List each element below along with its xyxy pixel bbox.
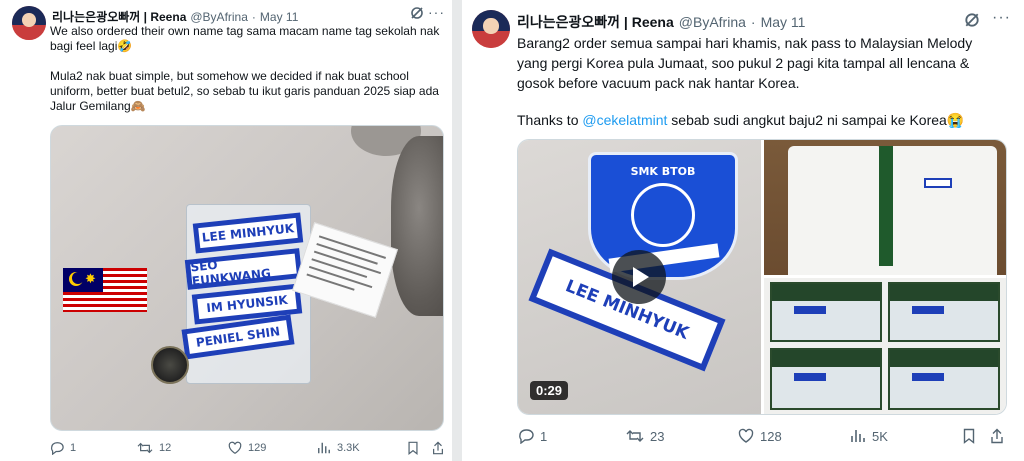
vacuum-pack xyxy=(888,282,1000,342)
like-icon xyxy=(738,428,754,443)
views-icon xyxy=(318,442,330,454)
tweet-paragraph: We also ordered their own name tag sama … xyxy=(50,24,440,53)
repost-button[interactable]: 23 xyxy=(626,428,664,444)
play-button[interactable] xyxy=(612,250,666,304)
reply-button[interactable]: 1 xyxy=(518,428,547,444)
play-icon xyxy=(633,267,649,287)
tweet-header: 리나는은광오빠꺼 | Reena @ByAfrina · May 11 xyxy=(52,8,298,25)
like-button[interactable]: 129 xyxy=(228,441,266,455)
tweet-video[interactable]: SMK BTOB LEE MINHYUK 0:29 xyxy=(518,140,761,414)
grok-icon[interactable] xyxy=(964,12,980,33)
vacuum-pack xyxy=(888,348,1000,410)
like-count: 128 xyxy=(760,428,782,444)
avatar[interactable] xyxy=(472,10,510,48)
timestamp[interactable]: May 11 xyxy=(761,14,806,30)
display-name[interactable]: 리나는은광오빠꺼 | Reena xyxy=(517,12,674,32)
handle[interactable]: @ByAfrina xyxy=(679,14,746,30)
repost-count: 23 xyxy=(650,428,665,444)
tweet-text: We also ordered their own name tag sama … xyxy=(50,24,440,114)
tweet-photo[interactable]: ✸ LEE MINHYUK SEO EUNKWANG IM HYUNSIK PE… xyxy=(50,125,444,431)
cat-fur xyxy=(391,136,443,316)
views-button[interactable]: 5K xyxy=(850,428,888,444)
more-icon[interactable]: ··· xyxy=(428,4,445,20)
tweet-paragraph: Mula2 nak buat simple, but somehow we de… xyxy=(50,69,439,113)
vacuum-pack xyxy=(770,348,882,410)
grok-icon[interactable] xyxy=(410,6,424,23)
school-shirt xyxy=(882,146,997,275)
more-icon[interactable]: ··· xyxy=(992,9,1011,27)
repost-button[interactable]: 12 xyxy=(137,441,171,455)
share-icon xyxy=(991,428,1003,444)
reply-icon xyxy=(50,442,64,455)
tweet-paragraph: Barang2 order semua sampai hari khamis, … xyxy=(517,35,973,91)
tweet-photo[interactable] xyxy=(764,140,1006,275)
display-name[interactable]: 리나는은광오빠꺼 | Reena xyxy=(52,8,186,25)
timestamp[interactable]: May 11 xyxy=(260,10,298,24)
repost-icon xyxy=(137,442,153,454)
pin-badge xyxy=(151,346,189,384)
reply-button[interactable]: 1 xyxy=(50,441,76,455)
avatar[interactable] xyxy=(12,6,46,40)
tweet-photo[interactable] xyxy=(764,278,1006,414)
mention-link[interactable]: @cekelatmint xyxy=(582,112,667,128)
tweet-text: Barang2 order semua sampai hari khamis, … xyxy=(517,33,997,130)
views-icon xyxy=(851,430,865,442)
views-count: 3.3K xyxy=(337,442,360,454)
tweet-paragraph: Thanks to @cekelatmint sebab sudi angkut… xyxy=(517,110,997,130)
name-tag xyxy=(924,178,952,188)
bookmark-button[interactable] xyxy=(962,428,976,444)
like-button[interactable]: 128 xyxy=(738,428,782,444)
tweet-header: 리나는은광오빠꺼 | Reena @ByAfrina · May 11 xyxy=(517,12,805,32)
share-icon xyxy=(433,441,443,455)
school-shirt xyxy=(788,146,883,275)
bookmark-icon xyxy=(963,428,975,444)
like-icon xyxy=(228,441,242,454)
repost-icon xyxy=(626,430,644,442)
views-button[interactable]: 3.3K xyxy=(317,441,360,455)
media-grid: SMK BTOB LEE MINHYUK 0:29 xyxy=(517,139,1007,415)
badge-title: SMK BTOB xyxy=(630,165,696,178)
reply-count: 1 xyxy=(540,428,548,444)
school-badge: SMK BTOB xyxy=(588,152,738,280)
repost-count: 12 xyxy=(159,442,172,454)
handle[interactable]: @ByAfrina xyxy=(190,10,248,24)
tweet-right[interactable]: 리나는은광오빠꺼 | Reena @ByAfrina · May 11 ··· … xyxy=(462,0,1024,461)
tweet-text-span: Thanks to xyxy=(517,112,583,128)
share-button[interactable] xyxy=(990,428,1004,444)
school-tie xyxy=(879,146,893,266)
malaysia-flag: ✸ xyxy=(63,268,147,312)
bookmark-button[interactable] xyxy=(407,441,419,455)
reply-icon xyxy=(519,429,534,444)
bookmark-icon xyxy=(408,441,418,455)
reply-count: 1 xyxy=(70,442,77,454)
tweet-left[interactable]: 리나는은광오빠꺼 | Reena @ByAfrina · May 11 ··· … xyxy=(0,0,452,461)
vacuum-pack xyxy=(770,282,882,342)
tweet-text-span: sebab sudi angkut baju2 ni sampai ke Kor… xyxy=(667,112,965,128)
views-count: 5K xyxy=(872,428,888,444)
share-button[interactable] xyxy=(432,441,444,455)
separator: · xyxy=(750,14,756,30)
like-count: 129 xyxy=(248,442,267,454)
timeline-divider xyxy=(452,0,462,461)
separator: · xyxy=(251,9,256,24)
video-duration: 0:29 xyxy=(530,381,569,400)
